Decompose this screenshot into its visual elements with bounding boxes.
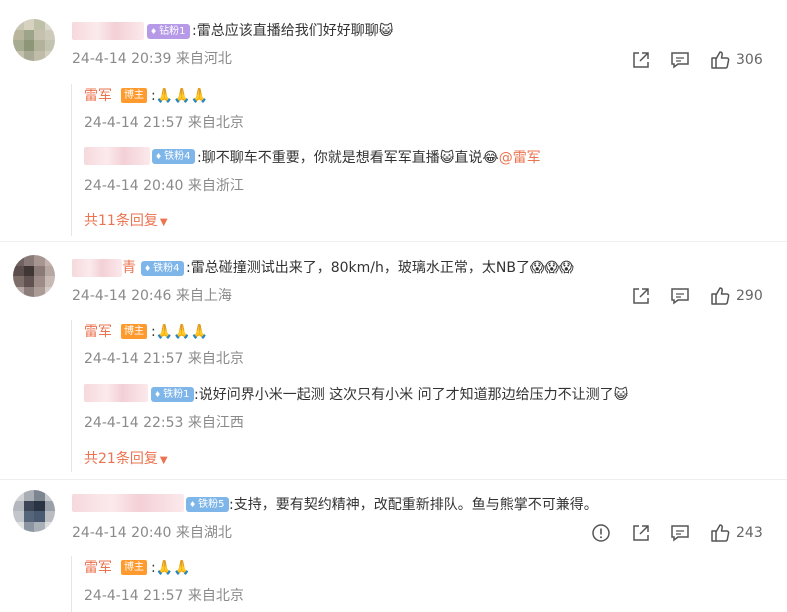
reply-author[interactable]: 雷军 [84,322,112,342]
diamond-icon: ♦ [155,152,163,161]
comment-text: :支持，要有契约精神，改配重新排队。鱼与熊掌不可兼得。 [229,497,598,513]
user-name[interactable] [72,22,144,40]
share-icon[interactable] [630,49,652,71]
thumbs-up-icon[interactable] [709,49,731,71]
reply-author[interactable] [84,147,150,165]
caret-down-icon: ▼ [159,217,168,228]
like-count: 290 [736,288,763,304]
caret-down-icon: ▼ [159,455,168,466]
reply-thread-line [71,320,72,472]
avatar[interactable] [13,490,55,532]
cat-emoji-icon: 😺 [439,150,455,166]
mention-link[interactable]: @雷军 [499,150,541,166]
comment-icon[interactable] [669,49,691,71]
reply-meta: 24-4-14 21:57 来自北京 [84,588,244,604]
diamond-icon: ♦ [189,500,197,509]
reply-author[interactable] [84,384,148,402]
reply-meta: 24-4-14 22:53 来自江西 [84,415,244,431]
share-icon[interactable] [630,285,652,307]
reply-text: :说好问界小米一起测 这次只有小米 问了才知道那边给压力不让测了😺 [194,387,629,403]
user-name[interactable] [72,259,122,277]
diamond-icon: ♦ [154,390,162,399]
fan-badge: ♦ 铁粉4 [152,149,195,164]
pray-emoji-icon: 🙏🙏 [155,560,191,576]
comment-meta: 24-4-14 20:39 来自河北 [72,51,232,67]
reply-author[interactable]: 雷军 [84,86,112,106]
user-name-tail: 青 [122,260,136,276]
host-badge: 博主 [121,560,147,575]
reply-text: :🙏🙏 [151,560,191,576]
divider [0,241,787,242]
thumbs-up-icon[interactable] [709,285,731,307]
comment-icon[interactable] [669,522,691,544]
fan-badge: ♦ 钻粉1 [147,24,190,39]
comment-text: :雷总碰撞测试出来了，80km/h，玻璃水正常，太NB了😱😱😱 [186,260,574,276]
comment-meta: 24-4-14 20:46 来自上海 [72,288,232,304]
comment-text: :雷总应该直播给我们好好聊聊😺 [192,23,394,39]
more-replies-link[interactable]: 共11条回复 ▼ [84,211,168,233]
reply-meta: 24-4-14 20:40 来自浙江 [84,178,244,194]
laugh-emoji-icon: 😂 [482,150,499,166]
fan-badge: ♦ 铁粉5 [186,497,229,512]
reply-text: :🙏🙏🙏 [151,324,209,340]
cat-emoji-icon: 😺 [378,23,394,39]
reply-meta: 24-4-14 21:57 来自北京 [84,115,244,131]
diamond-icon: ♦ [144,264,152,273]
like-count: 306 [736,52,763,68]
reply-thread-line [71,556,72,612]
scream-emoji-icon: 😱😱😱 [529,260,574,276]
comment-meta: 24-4-14 20:40 来自湖北 [72,525,232,541]
divider [0,479,787,480]
pray-emoji-icon: 🙏🙏🙏 [155,88,209,104]
report-icon[interactable] [590,522,612,544]
user-name[interactable] [72,494,184,512]
fan-badge: ♦ 铁粉4 [141,261,184,276]
reply-text: :🙏🙏🙏 [151,88,209,104]
pray-emoji-icon: 🙏🙏🙏 [155,324,209,340]
diamond-icon: ♦ [150,27,158,36]
fan-badge: ♦ 铁粉1 [151,387,194,402]
reply-thread-line [71,84,72,236]
host-badge: 博主 [121,88,147,103]
comment-icon[interactable] [669,285,691,307]
share-icon[interactable] [630,522,652,544]
avatar[interactable] [13,19,55,61]
reply-meta: 24-4-14 21:57 来自北京 [84,351,244,367]
thumbs-up-icon[interactable] [709,522,731,544]
avatar[interactable] [13,255,55,297]
cat-emoji-icon: 😺 [613,387,629,403]
reply-text: :聊不聊车不重要，你就是想看军军直播😺直说😂@雷军 [197,150,541,166]
more-replies-link[interactable]: 共21条回复 ▼ [84,449,168,471]
reply-author[interactable]: 雷军 [84,558,112,578]
host-badge: 博主 [121,324,147,339]
like-count: 243 [736,525,763,541]
